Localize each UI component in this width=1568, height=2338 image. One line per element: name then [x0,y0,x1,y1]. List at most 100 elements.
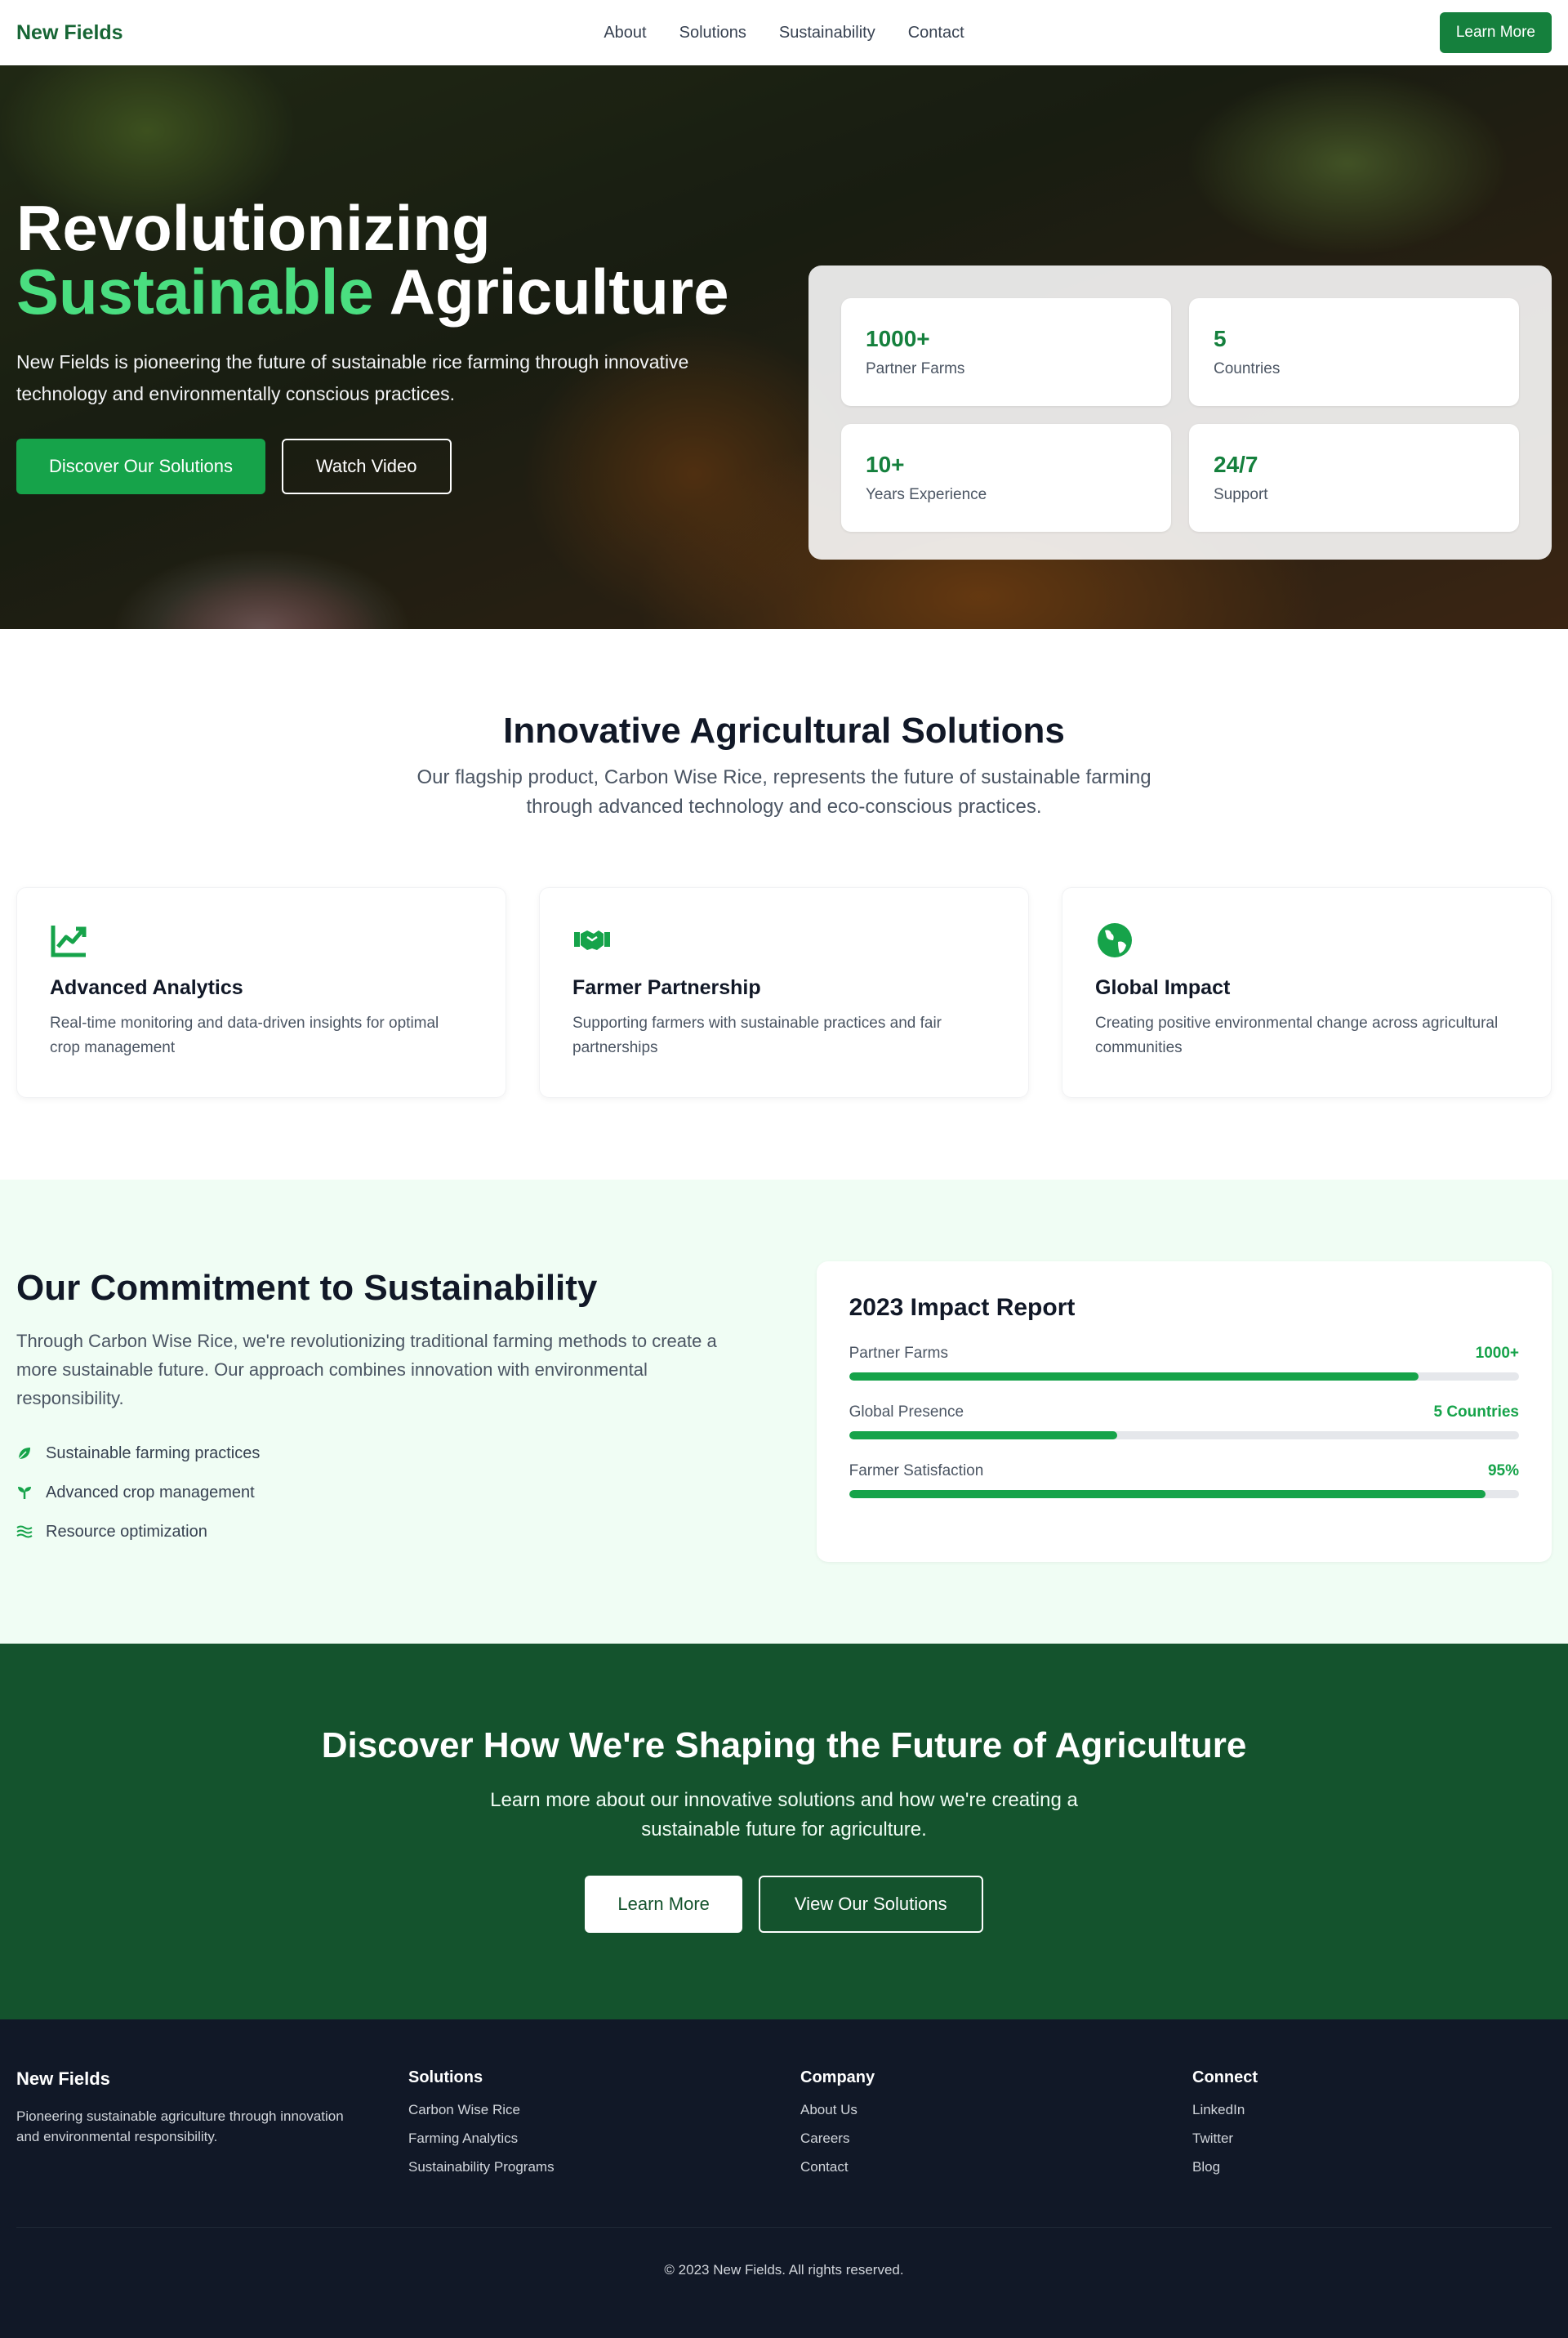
metric-row: Global Presence 5 Countries [849,1403,1519,1421]
list-item: Resource optimization [16,1523,743,1542]
cta-subtitle: Learn more about our innovative solution… [490,1788,1078,1841]
nav-link-contact[interactable]: Contact [908,24,964,42]
nav-link-sustainability[interactable]: Sustainability [779,24,875,42]
footer-column-solutions: Solutions Carbon Wise Rice Farming Analy… [408,2068,768,2188]
impact-report-card: 2023 Impact Report Partner Farms 1000+ G… [816,1261,1552,1562]
metric-farmer-satisfaction: Farmer Satisfaction 95% [849,1462,1519,1498]
footer-links: About Us Careers Contact [800,2102,1160,2175]
footer-link-sustainability-programs[interactable]: Sustainability Programs [408,2159,768,2175]
copyright: © 2023 New Fields. All rights reserved. [16,2226,1552,2278]
globe-icon [1098,923,1132,957]
metric-label: Global Presence [849,1403,964,1421]
stat-label: Support [1214,486,1268,503]
top-nav: New Fields About Solutions Sustainabilit… [0,0,1568,65]
stat-value: 24/7 [1214,452,1258,477]
commitment-list: Sustainable farming practices Advanced c… [16,1444,743,1542]
watch-video-button[interactable]: Watch Video [281,439,452,495]
hero-content: Revolutionizing Sustainable Agriculture … [16,196,784,495]
seedling-icon [18,1487,31,1500]
feature-description: Supporting farmers with sustainable prac… [572,1015,942,1057]
nav-link-about[interactable]: About [604,24,646,42]
metric-value: 5 Countries [1433,1403,1519,1421]
handshake-icon [574,930,610,950]
commitment-title: Our Commitment to Sustainability [16,1268,598,1308]
footer-heading: Connect [1192,2068,1258,2086]
brand-logo[interactable]: New Fields [16,21,123,45]
list-item-label: Resource optimization [46,1522,207,1541]
feature-description: Real-time monitoring and data-driven ins… [50,1015,439,1057]
progress-bar-fill [849,1490,1486,1498]
hero-title-accent: Sustainable [16,256,374,328]
footer-brand-column: New Fields Pioneering sustainable agricu… [16,2068,376,2188]
stat-value: 1000+ [866,326,930,351]
progress-bar [849,1490,1519,1498]
solutions-section: Innovative Agricultural Solutions Our fl… [0,629,1568,1180]
list-item: Sustainable farming practices [16,1444,743,1463]
discover-solutions-button[interactable]: Discover Our Solutions [16,439,265,495]
stat-label: Partner Farms [866,360,965,377]
commitment-text: Through Carbon Wise Rice, we're revoluti… [16,1331,717,1409]
progress-bar-fill [849,1431,1117,1439]
hero-section: Revolutionizing Sustainable Agriculture … [0,65,1568,629]
progress-bar-fill [849,1372,1419,1381]
nav-link-solutions[interactable]: Solutions [679,24,746,42]
list-item: Advanced crop management [16,1484,743,1502]
hero-subtitle: New Fields is pioneering the future of s… [16,351,689,405]
feature-card-global: Global Impact Creating positive environm… [1062,887,1552,1098]
feature-card-analytics: Advanced Analytics Real-time monitoring … [16,887,506,1098]
list-item-label: Advanced crop management [46,1483,255,1501]
feature-title: Global Impact [1095,976,1231,999]
hero-title: Revolutionizing Sustainable Agriculture [16,196,784,323]
footer-link-linkedin[interactable]: LinkedIn [1192,2102,1552,2118]
commitment-section: Our Commitment to Sustainability Through… [0,1180,1568,1644]
metric-value: 95% [1487,1462,1519,1479]
footer-link-careers[interactable]: Careers [800,2131,1160,2147]
progress-bar [849,1431,1519,1439]
list-item-label: Sustainable farming practices [46,1443,261,1462]
cta-title: Discover How We're Shaping the Future of… [321,1724,1247,1765]
footer: New Fields Pioneering sustainable agricu… [0,2019,1568,2338]
hero-buttons: Discover Our Solutions Watch Video [16,439,784,495]
chart-line-icon [51,926,87,957]
water-icon [16,1525,33,1538]
hero-title-line1: Revolutionizing [16,192,491,264]
stat-label: Countries [1214,360,1281,377]
learn-more-button[interactable]: Learn More [1439,12,1552,53]
stats-panel: 1000+ Partner Farms 5 Countries 10+ Year… [808,265,1552,560]
view-solutions-button[interactable]: View Our Solutions [758,1875,983,1933]
metric-label: Farmer Satisfaction [849,1462,984,1479]
metric-value: 1000+ [1475,1345,1519,1362]
metric-partner-farms: Partner Farms 1000+ [849,1345,1519,1381]
cta-section: Discover How We're Shaping the Future of… [0,1643,1568,2019]
feature-card-partnership: Farmer Partnership Supporting farmers wi… [539,887,1029,1098]
feature-description: Creating positive environmental change a… [1095,1015,1499,1057]
footer-column-connect: Connect LinkedIn Twitter Blog [1192,2068,1552,2188]
stat-card-countries: 5 Countries [1189,298,1519,406]
metric-row: Farmer Satisfaction 95% [849,1462,1519,1480]
cta-learn-more-button[interactable]: Learn More [585,1875,742,1933]
feature-title: Advanced Analytics [50,976,243,999]
stat-value: 10+ [866,452,905,477]
stat-card-partner-farms: 1000+ Partner Farms [841,298,1171,406]
feature-grid: Advanced Analytics Real-time monitoring … [16,887,1552,1098]
stat-card-support: 24/7 Support [1189,424,1519,532]
footer-link-blog[interactable]: Blog [1192,2159,1552,2175]
footer-link-about-us[interactable]: About Us [800,2102,1160,2118]
commitment-text-column: Our Commitment to Sustainability Through… [16,1261,743,1562]
solutions-title: Innovative Agricultural Solutions [503,711,1065,751]
stat-label: Years Experience [866,486,987,503]
feature-title: Farmer Partnership [572,976,761,999]
footer-brand: New Fields [16,2068,110,2089]
footer-links: Carbon Wise Rice Farming Analytics Susta… [408,2102,768,2175]
solutions-subtitle: Our flagship product, Carbon Wise Rice, … [416,766,1152,818]
footer-columns: New Fields Pioneering sustainable agricu… [16,2068,1552,2188]
progress-bar [849,1372,1519,1381]
footer-link-carbon-wise-rice[interactable]: Carbon Wise Rice [408,2102,768,2118]
footer-link-twitter[interactable]: Twitter [1192,2131,1552,2147]
cta-buttons: Learn More View Our Solutions [16,1875,1552,1933]
footer-link-farming-analytics[interactable]: Farming Analytics [408,2131,768,2147]
impact-report-title: 2023 Impact Report [849,1294,1076,1321]
footer-heading: Company [800,2068,875,2086]
footer-link-contact[interactable]: Contact [800,2159,1160,2175]
stat-value: 5 [1214,326,1227,351]
